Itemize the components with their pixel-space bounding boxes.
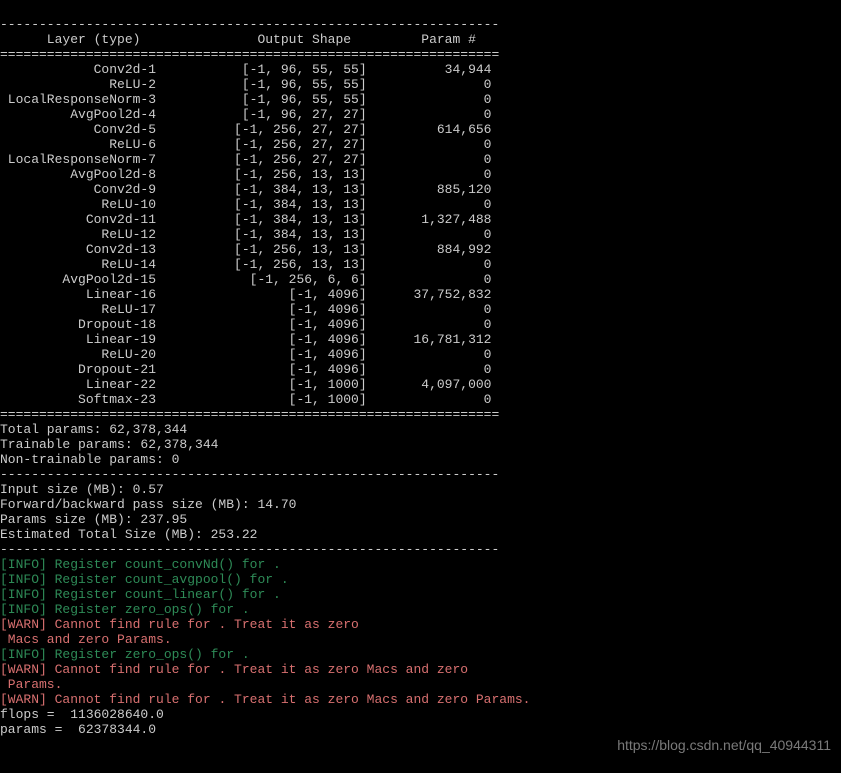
flops-line: flops = 1136028640.0 [0,707,164,722]
layer-row: ReLU-20 [-1, 4096] 0 [0,347,491,362]
trainable-params: Trainable params: 62,378,344 [0,437,218,452]
layer-rows: Conv2d-1 [-1, 96, 55, 55] 34,944 ReLU-2 … [0,62,841,407]
layer-row: Conv2d-9 [-1, 384, 13, 13] 885,120 [0,182,491,197]
dash2: ----------------------------------------… [0,542,499,557]
input-size: Input size (MB): 0.57 [0,482,164,497]
log-line-info: [INFO] Register count_linear() for . [0,587,281,602]
layer-row: Conv2d-1 [-1, 96, 55, 55] 34,944 [0,62,491,77]
top-dash: ----------------------------------------… [0,17,499,32]
totals-rule: ========================================… [0,407,499,422]
layer-row: Conv2d-11 [-1, 384, 13, 13] 1,327,488 [0,212,491,227]
dash1: ----------------------------------------… [0,467,499,482]
est-total-size: Estimated Total Size (MB): 253.22 [0,527,257,542]
header-row: Layer (type) Output Shape Param # [0,32,476,47]
layer-row: Conv2d-5 [-1, 256, 27, 27] 614,656 [0,122,491,137]
layer-row: LocalResponseNorm-3 [-1, 96, 55, 55] 0 [0,92,491,107]
layer-row: ReLU-14 [-1, 256, 13, 13] 0 [0,257,491,272]
params-size: Params size (MB): 237.95 [0,512,187,527]
log-line-info: [INFO] Register zero_ops() for . [0,647,250,662]
layer-row: Linear-19 [-1, 4096] 16,781,312 [0,332,491,347]
params-line: params = 62378344.0 [0,722,156,737]
layer-row: AvgPool2d-8 [-1, 256, 13, 13] 0 [0,167,491,182]
log-line-warn: [WARN] Cannot find rule for . Treat it a… [0,662,468,692]
log-line-info: [INFO] Register count_convNd() for . [0,557,281,572]
total-params: Total params: 62,378,344 [0,422,187,437]
log-line-warn: [WARN] Cannot find rule for . Treat it a… [0,617,359,647]
log-line-info: [INFO] Register count_avgpool() for . [0,572,289,587]
layer-row: ReLU-12 [-1, 384, 13, 13] 0 [0,227,491,242]
layer-row: Linear-22 [-1, 1000] 4,097,000 [0,377,491,392]
layer-row: ReLU-2 [-1, 96, 55, 55] 0 [0,77,491,92]
layer-row: Conv2d-13 [-1, 256, 13, 13] 884,992 [0,242,491,257]
layer-row: ReLU-6 [-1, 256, 27, 27] 0 [0,137,491,152]
watermark: https://blog.csdn.net/qq_40944311 [617,738,831,753]
layer-row: Dropout-18 [-1, 4096] 0 [0,317,491,332]
terminal-output: ----------------------------------------… [0,0,841,737]
layer-row: LocalResponseNorm-7 [-1, 256, 27, 27] 0 [0,152,491,167]
log-line-info: [INFO] Register zero_ops() for . [0,602,250,617]
layer-row: ReLU-10 [-1, 384, 13, 13] 0 [0,197,491,212]
fwdbwd-size: Forward/backward pass size (MB): 14.70 [0,497,296,512]
header-rule: ========================================… [0,47,499,62]
layer-row: Softmax-23 [-1, 1000] 0 [0,392,491,407]
log-lines: [INFO] Register count_convNd() for . [IN… [0,557,841,707]
log-line-warn: [WARN] Cannot find rule for . Treat it a… [0,692,531,707]
layer-row: Dropout-21 [-1, 4096] 0 [0,362,491,377]
layer-row: AvgPool2d-4 [-1, 96, 27, 27] 0 [0,107,491,122]
nontrainable-params: Non-trainable params: 0 [0,452,179,467]
layer-row: AvgPool2d-15 [-1, 256, 6, 6] 0 [0,272,491,287]
layer-row: Linear-16 [-1, 4096] 37,752,832 [0,287,491,302]
layer-row: ReLU-17 [-1, 4096] 0 [0,302,491,317]
